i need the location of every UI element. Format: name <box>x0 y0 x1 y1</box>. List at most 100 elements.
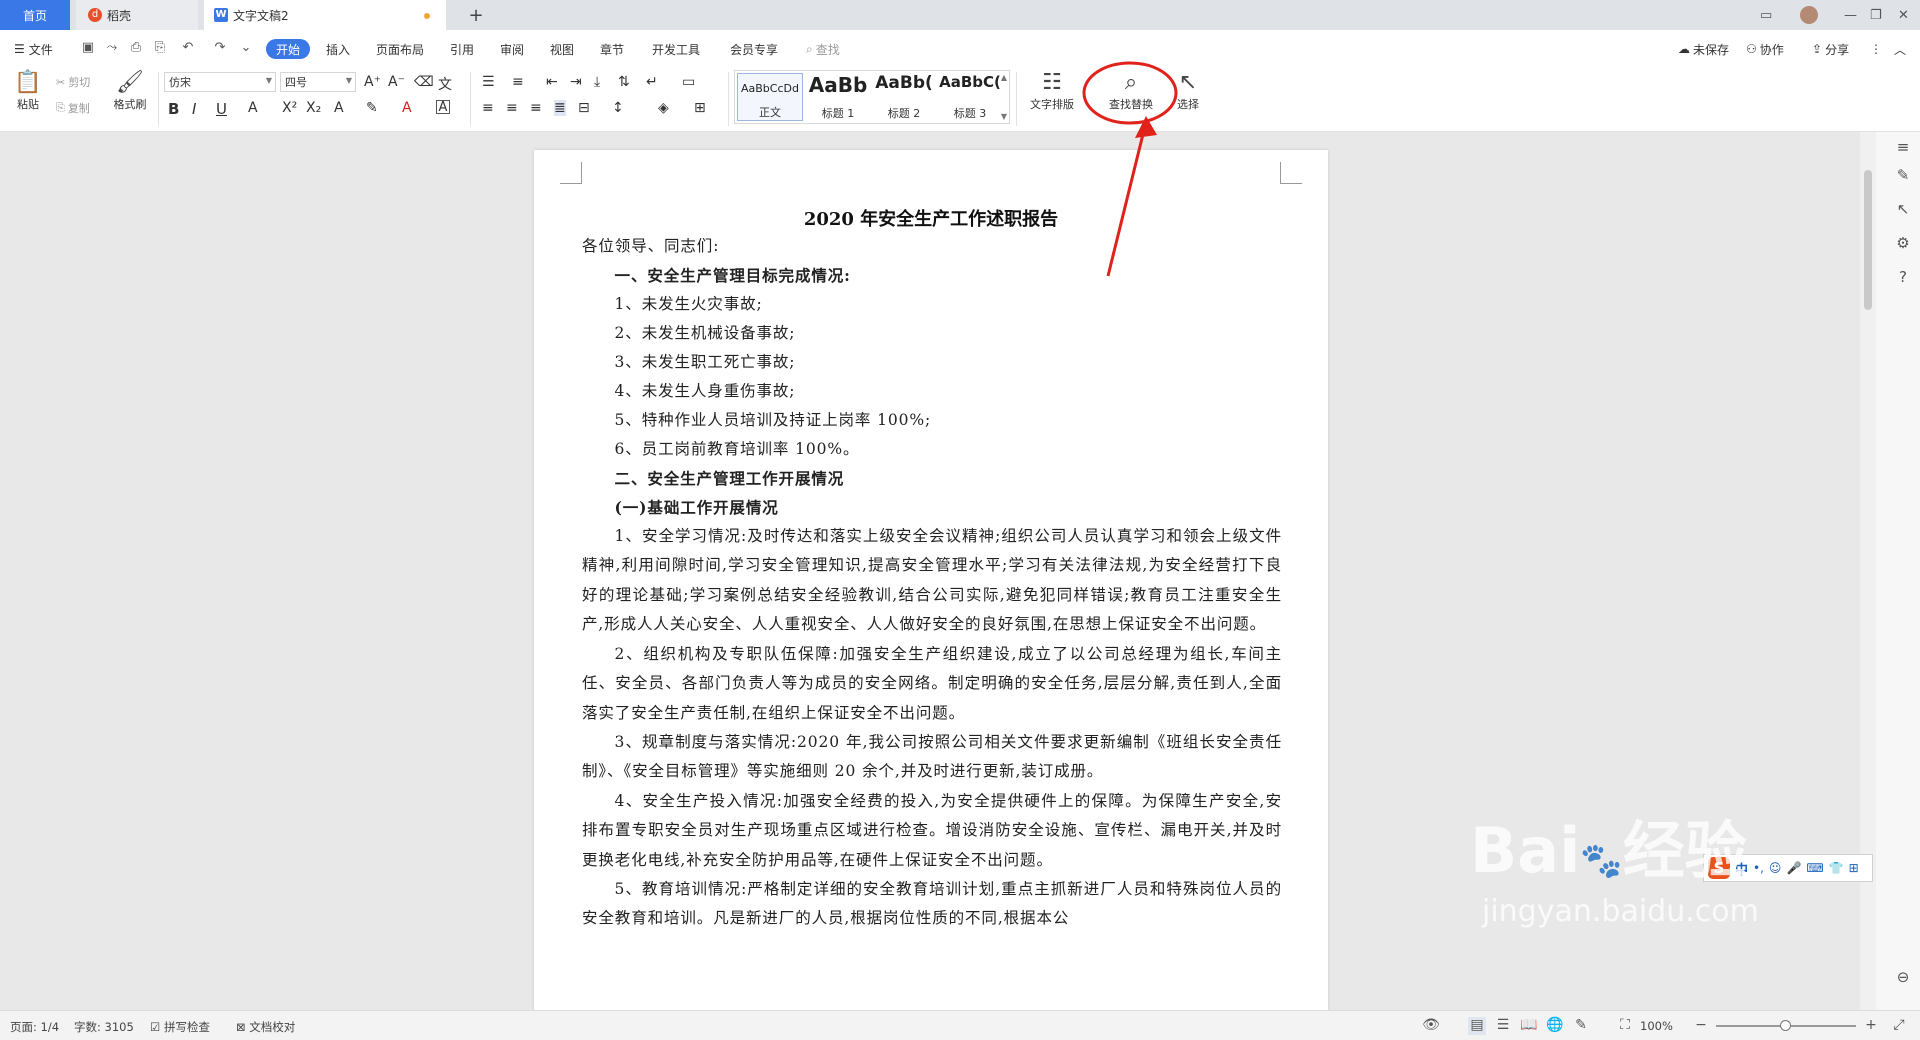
tab-view[interactable]: 视图 <box>550 39 574 59</box>
style-heading-3[interactable]: AaBbC(标题 3 <box>937 73 1003 121</box>
search-box[interactable]: ⌕ 查找 <box>806 39 840 59</box>
style-more-icon[interactable]: ▼ <box>1001 112 1007 121</box>
print-icon[interactable]: ⎙ <box>128 40 144 56</box>
phonetic-icon[interactable]: 文 <box>438 74 452 94</box>
justify-icon[interactable]: ≣ <box>554 100 566 116</box>
highlight-icon[interactable]: ✎ <box>366 100 378 116</box>
collab-button[interactable]: ⚇ 协作 <box>1746 39 1784 59</box>
tab-chapter[interactable]: 章节 <box>600 39 624 59</box>
font-style-icon[interactable]: A <box>334 100 344 116</box>
ruler-icon[interactable]: ▭ <box>682 74 695 90</box>
window-count-icon[interactable]: ▭ <box>1760 0 1772 30</box>
tab-member[interactable]: 会员专享 <box>730 39 778 59</box>
help-icon[interactable]: ? <box>1893 268 1913 288</box>
font-size-select[interactable]: 四号 ▼ <box>280 72 356 92</box>
subscript-icon[interactable]: X₂ <box>306 100 321 116</box>
tab-daoke[interactable]: d 稻壳 <box>76 0 198 30</box>
collapse-panel-icon[interactable]: ⊖ <box>1893 968 1913 988</box>
write-view-icon[interactable]: ✎ <box>1572 1017 1590 1035</box>
preview-icon[interactable]: ⎘ <box>152 40 168 56</box>
char-border-icon[interactable]: A <box>436 100 450 115</box>
settings-sliders-icon[interactable]: ⚙ <box>1893 234 1913 254</box>
web-view-icon[interactable]: 🌐 <box>1546 1017 1564 1035</box>
tab-reference[interactable]: 引用 <box>450 39 474 59</box>
zoom-in-icon[interactable]: + <box>1862 1017 1880 1035</box>
minimize-button[interactable]: — <box>1844 0 1857 30</box>
text-direction-icon[interactable]: ⤓ <box>594 74 600 90</box>
more-icon[interactable]: ⋮ <box>1870 39 1882 59</box>
fullscreen-icon[interactable]: ⤢ <box>1890 1017 1908 1035</box>
fit-page-icon[interactable]: ⛶ <box>1616 1017 1634 1035</box>
page-view-icon[interactable]: ▤ <box>1468 1017 1486 1035</box>
avatar[interactable] <box>1800 0 1818 30</box>
paste-button[interactable]: 📋 粘贴 <box>12 70 44 112</box>
tab-insert[interactable]: 插入 <box>326 39 350 59</box>
share-button[interactable]: ⇪ 分享 <box>1812 39 1849 59</box>
align-right-icon[interactable]: ≡ <box>530 100 542 116</box>
proofread-button[interactable]: ⊠ 文档校对 <box>236 1019 295 1035</box>
borders-icon[interactable]: ⊞ <box>694 100 706 116</box>
zoom-level[interactable]: 100% <box>1640 1019 1673 1033</box>
font-color-icon[interactable]: A <box>402 100 412 116</box>
ime-mode[interactable]: 中 <box>1735 859 1748 878</box>
clear-format-icon[interactable]: ⌫ <box>414 74 434 90</box>
spell-check-button[interactable]: ☑ 拼写检查 <box>150 1019 210 1035</box>
underline-icon[interactable]: U <box>216 100 227 118</box>
undo-icon[interactable]: ↶ <box>180 40 196 56</box>
shrink-font-icon[interactable]: A⁻ <box>388 74 405 90</box>
tab-review[interactable]: 审阅 <box>500 39 524 59</box>
find-replace-button[interactable]: ⌕ 查找替换 <box>1100 70 1162 112</box>
tab-start[interactable]: 开始 <box>266 39 311 59</box>
export-icon[interactable]: ⤳ <box>104 40 120 56</box>
style-normal[interactable]: AaBbCcDd 正文 <box>737 73 803 121</box>
align-center-icon[interactable]: ≡ <box>506 100 518 116</box>
voice-icon[interactable]: 🎤 <box>1786 861 1801 875</box>
quick-dropdown-icon[interactable]: ⌄ <box>238 40 254 56</box>
skin-icon[interactable]: 👕 <box>1829 861 1844 875</box>
ime-toolbar[interactable]: S 中 •, ☺ 🎤 ⌨ 👕 ⊞ <box>1703 854 1873 882</box>
text-effect-icon[interactable]: A <box>248 100 258 116</box>
scrollbar-thumb[interactable] <box>1864 170 1872 310</box>
outline-view-icon[interactable]: ☰ <box>1494 1017 1512 1035</box>
superscript-icon[interactable]: X² <box>282 100 297 116</box>
bullet-list-icon[interactable]: ☰ <box>482 74 495 90</box>
style-heading-2[interactable]: AaBb(标题 2 <box>871 73 937 121</box>
font-family-select[interactable]: 仿宋 ▼ <box>164 72 276 92</box>
redo-icon[interactable]: ↷ <box>212 40 228 56</box>
file-menu[interactable]: ☰ 文件 <box>14 39 53 59</box>
align-left-icon[interactable]: ≡ <box>482 100 494 116</box>
pointer-icon[interactable]: ↖ <box>1893 200 1913 220</box>
zoom-slider-thumb[interactable] <box>1780 1020 1791 1031</box>
close-button[interactable]: ✕ <box>1898 0 1909 30</box>
shading-icon[interactable]: ◈ <box>658 100 669 116</box>
eye-protect-icon[interactable]: 👁 <box>1422 1017 1440 1035</box>
word-count[interactable]: 字数: 3105 <box>74 1019 134 1035</box>
zoom-out-icon[interactable]: − <box>1692 1017 1710 1035</box>
page-count[interactable]: 页面: 1/4 <box>10 1019 59 1035</box>
tab-developer[interactable]: 开发工具 <box>652 39 700 59</box>
reading-view-icon[interactable]: 📖 <box>1520 1017 1538 1035</box>
increase-indent-icon[interactable]: ⇥ <box>570 74 582 90</box>
emoji-icon[interactable]: ☺ <box>1769 861 1782 875</box>
style-scroll-up-icon[interactable]: ▲ <box>1001 73 1007 82</box>
numbered-list-icon[interactable]: ≡ <box>512 74 524 90</box>
paragraph-mark-icon[interactable]: ↵ <box>646 74 658 90</box>
style-heading-1[interactable]: AaBb 标题 1 <box>805 73 871 121</box>
bold-icon[interactable]: B <box>168 100 179 118</box>
sort-icon[interactable]: ⇅ <box>618 74 630 90</box>
tab-page-layout[interactable]: 页面布局 <box>376 39 424 59</box>
collapse-ribbon-icon[interactable]: ︿ <box>1894 39 1906 59</box>
tab-home[interactable]: 首页 <box>0 0 70 30</box>
cut-button[interactable]: ✂ 剪切 <box>56 74 90 90</box>
format-painter-button[interactable]: 🖌 格式刷 <box>110 70 150 112</box>
distribute-icon[interactable]: ⊟ <box>578 100 590 116</box>
save-icon[interactable]: ▣ <box>80 40 96 56</box>
text-layout-button[interactable]: ☷ 文字排版 <box>1022 70 1082 112</box>
line-spacing-icon[interactable]: ↕ <box>612 100 624 116</box>
document-page[interactable]: 2020 年安全生产工作述职报告 各位领导、同志们: 一、安全生产管理目标完成情况… <box>534 150 1328 1010</box>
tab-document[interactable]: W 文字文稿2 <box>204 0 446 30</box>
panel-menu-icon[interactable]: ≡ <box>1893 138 1913 158</box>
toolbox-icon[interactable]: ⊞ <box>1849 861 1859 875</box>
pen-icon[interactable]: ✎ <box>1893 166 1913 186</box>
select-button[interactable]: ↖ 选择 <box>1168 70 1208 112</box>
